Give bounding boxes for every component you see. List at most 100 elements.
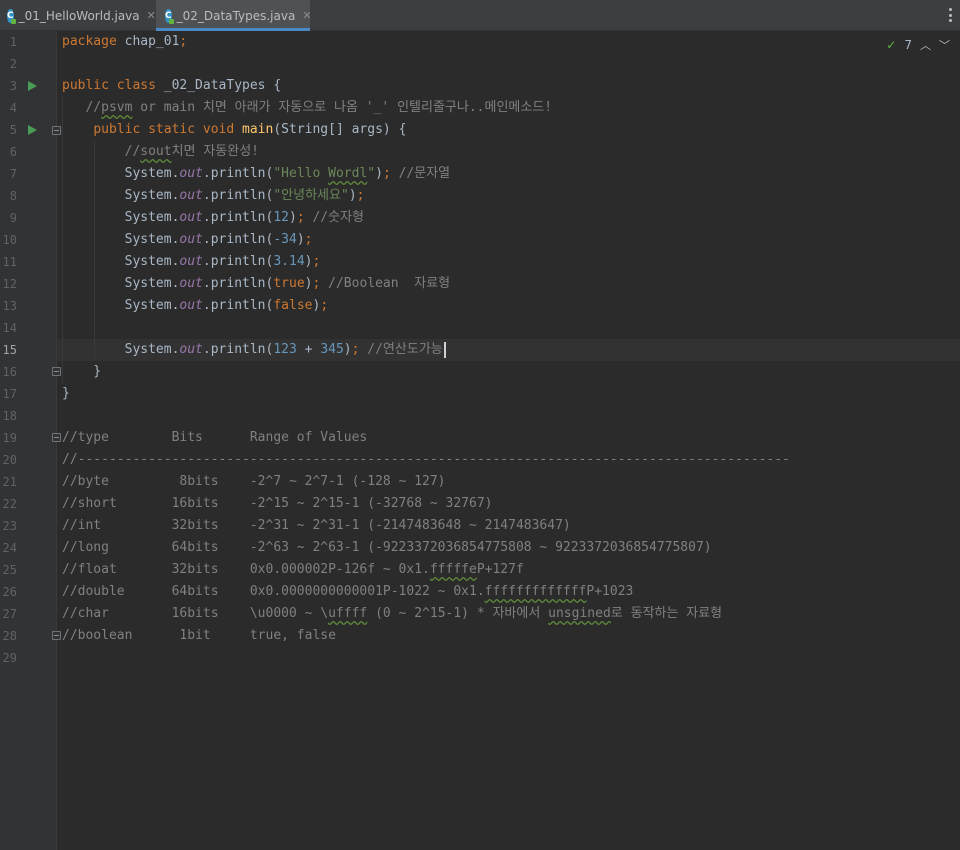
code-token: .println( [202,276,274,291]
code-token: //숫자형 [304,210,365,225]
code-line[interactable]: //char 16bits \u0000 ~ \uffff (0 ~ 2^15-… [62,603,960,625]
code-token: //float 32bits 0x0.000002P-126f ~ 0x1. [62,562,430,577]
code-token: .println( [202,298,274,313]
code-line[interactable]: System.out.println(-34); [62,229,960,251]
code-token: ) [348,188,357,203]
line-number: 21 [2,475,17,489]
line-number: 20 [2,453,17,467]
code-line[interactable]: //short 16bits -2^15 ~ 2^15-1 (-32768 ~ … [62,493,960,515]
code-token: // [62,144,141,159]
code-token: .println( [202,188,274,203]
code-line[interactable]: System.out.println(3.14); [62,251,960,273]
line-number: 26 [2,585,17,599]
code-line[interactable]: //type Bits Range of Values [62,427,960,449]
code-line[interactable]: System.out.println(12); //숫자형 [62,207,960,229]
code-token: P+1023 [586,584,634,599]
code-token: 로 동작하는 자료형 [610,606,723,621]
code-token: //문자열 [390,166,451,181]
code-token: "안녕하세요" [273,188,349,203]
code-token: System. [62,166,180,181]
code-token: public static void [93,122,243,137]
code-line[interactable]: //float 32bits 0x0.000002P-126f ~ 0x1.ff… [62,559,960,581]
code-token: ; [179,34,188,49]
tab-helloworld[interactable]: C _01_HelloWorld.java ✕ [7,0,156,31]
code-line[interactable]: //psvm or main 치면 아래가 자동으로 나옴 '_' 인텔리줄구나… [62,97,960,119]
tab-label: _02_DataTypes.java [176,8,296,23]
line-number: 10 [2,233,17,247]
code-token: //int 32bits -2^31 ~ 2^31-1 (-2147483648… [62,518,571,533]
line-number: 4 [9,101,17,115]
code-token: System. [62,342,180,357]
code-token: ) [289,210,297,225]
code-token: false [273,298,313,313]
code-token: //byte 8bits -2^7 ~ 2^7-1 (-128 ~ 127) [62,474,446,489]
code-line[interactable]: public class _02_DataTypes { [62,75,960,97]
fold-icon[interactable] [52,126,61,135]
code-token: out [179,254,203,269]
code-line[interactable]: package chap_01; [62,31,960,53]
line-number: 19 [2,431,17,445]
code-line[interactable]: //--------------------------------------… [62,449,960,471]
code-line[interactable]: } [62,383,960,405]
tab-datatypes[interactable]: C _02_DataTypes.java ✕ [156,0,312,31]
fold-icon[interactable] [52,433,61,442]
code-token: out [179,276,203,291]
line-number: 3 [9,79,17,93]
code-line[interactable]: public static void main(String[] args) { [62,119,960,141]
code-token: ; [320,298,329,313]
fold-icon[interactable] [52,631,61,640]
line-number: 29 [2,651,17,665]
code-token: System. [62,232,180,247]
code-line[interactable]: System.out.println(true); //Boolean 자료형 [62,273,960,295]
code-token: " [367,166,376,181]
code-line[interactable]: System.out.println(123 + 345); //연산도가능 [62,339,960,361]
code-line[interactable] [62,317,960,339]
code-token: System. [62,188,180,203]
run-main-icon[interactable] [28,125,37,135]
code-token: //--------------------------------------… [62,452,790,467]
code-line[interactable]: System.out.println("Hello Wordl"); //문자열 [62,163,960,185]
code-token: .println( [202,232,274,247]
code-token: //long 64bits -2^63 ~ 2^63-1 (-922337203… [62,540,712,555]
close-icon[interactable]: ✕ [302,9,311,22]
code-token: //char 16bits \u0000 ~ \ [62,606,329,621]
code-line[interactable] [62,53,960,75]
line-number: 25 [2,563,17,577]
run-class-icon[interactable] [28,81,37,91]
close-icon[interactable]: ✕ [147,9,156,22]
code-token: "Hello [273,166,329,181]
line-number: 7 [9,167,17,181]
code-token: package [62,34,117,49]
code-token: out [179,166,203,181]
code-token: chap_01 [116,34,180,49]
code-line[interactable]: //byte 8bits -2^7 ~ 2^7-1 (-128 ~ 127) [62,471,960,493]
code-token: out [179,342,203,357]
line-number: 1 [9,35,17,49]
code-line[interactable] [62,405,960,427]
line-number: 6 [9,145,17,159]
code-token: ; [356,188,365,203]
line-number: 13 [2,299,17,313]
code-line[interactable]: System.out.println(false); [62,295,960,317]
line-number: 2 [9,57,17,71]
line-number: 17 [2,387,17,401]
code-token: .println( [202,254,274,269]
code-line[interactable]: //boolean 1bit true, false [62,625,960,647]
code-token: System. [62,276,180,291]
more-options-icon[interactable] [949,8,953,22]
code-token: -34 [273,232,297,247]
fold-icon[interactable] [52,367,61,376]
code-token: //boolean 1bit true, false [62,628,336,643]
code-line[interactable]: //double 64bits 0x0.0000000000001P-1022 … [62,581,960,603]
code-token: true [273,276,305,291]
code-token: main [242,122,274,137]
code-token: ; [304,232,313,247]
line-number: 16 [2,365,17,379]
line-number: 5 [9,123,17,137]
code-line[interactable]: //long 64bits -2^63 ~ 2^63-1 (-922337203… [62,537,960,559]
code-line[interactable]: } [62,361,960,383]
code-line[interactable]: //sout치면 자동완성! [62,141,960,163]
code-line[interactable]: //int 32bits -2^31 ~ 2^31-1 (-2147483648… [62,515,960,537]
code-line[interactable] [62,647,960,669]
code-line[interactable]: System.out.println("안녕하세요"); [62,185,960,207]
